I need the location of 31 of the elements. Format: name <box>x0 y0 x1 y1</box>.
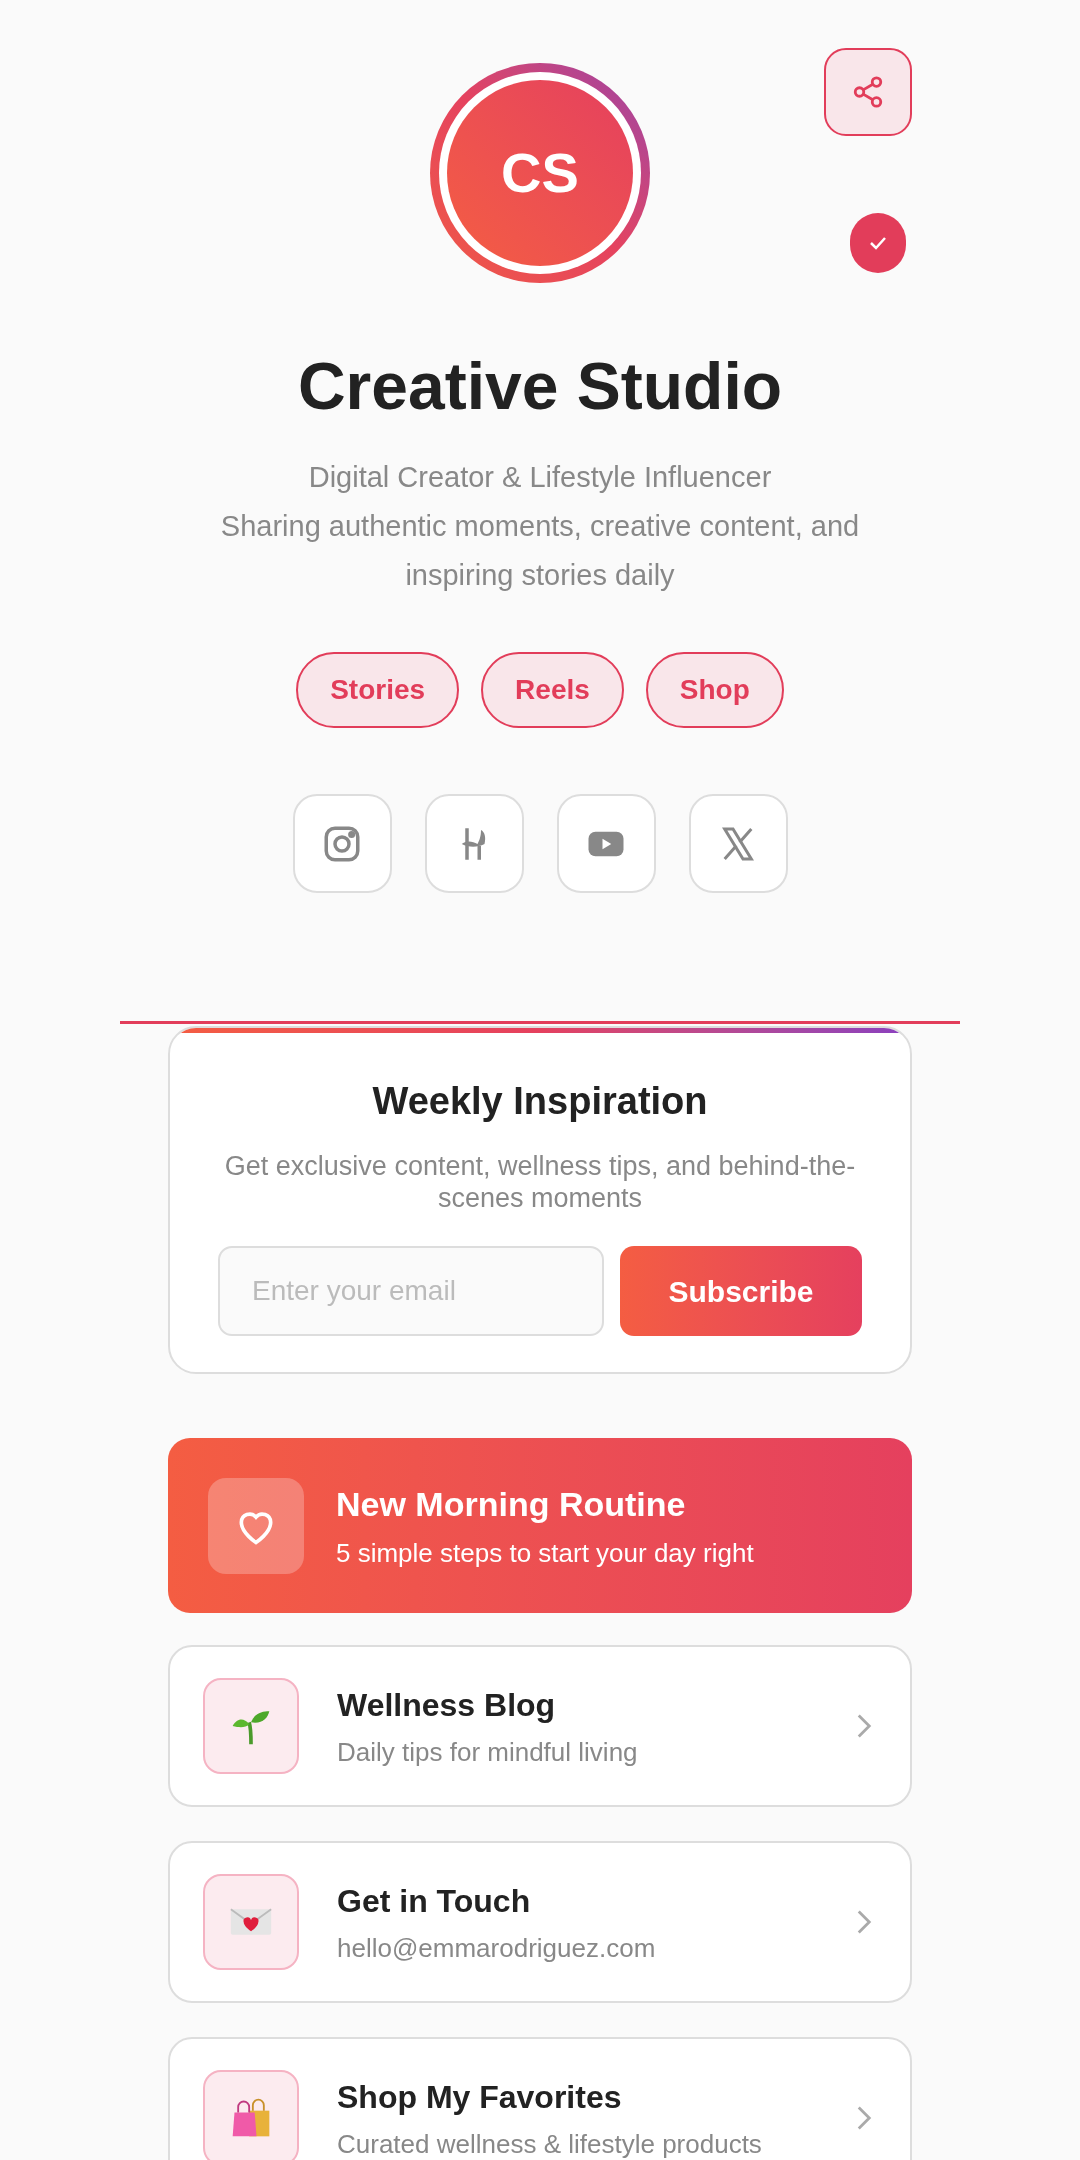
link-subtitle: hello@emmarodriguez.com <box>337 1931 657 1965</box>
link-title: Get in Touch <box>337 1881 532 1921</box>
featured-subtitle: 5 simple steps to start your day right <box>336 1536 754 1570</box>
social-link[interactable] <box>424 794 524 893</box>
link-subtitle: Daily tips for mindful living <box>337 1735 639 1769</box>
newsletter-description: Get exclusive content, wellness tips, and behind-the-scenes moments <box>223 1150 857 1214</box>
email-field[interactable]: Enter your email <box>218 1246 604 1336</box>
link-card[interactable]: Get in Touch hello@emmarodriguez.com <box>168 1841 912 2003</box>
social-link[interactable] <box>556 794 656 893</box>
link-subtitle: Curated wellness & lifestyle products <box>337 2127 763 2160</box>
tab-button[interactable]: Shop <box>645 652 784 728</box>
link-card[interactable]: Shop My Favorites Curated wellness & lifestyle products <box>168 2037 912 2160</box>
sprout-icon <box>203 1678 299 1774</box>
subscribe-button[interactable]: Subscribe <box>620 1246 862 1336</box>
link-card[interactable]: Wellness Blog Daily tips for mindful living <box>168 1645 912 1807</box>
avatar-initials: CS <box>501 140 579 206</box>
profile-name: Creative Studio <box>297 353 783 419</box>
tab-button[interactable]: Stories <box>296 652 460 728</box>
link-title: Shop My Favorites <box>337 2077 623 2117</box>
profile-bio: Sharing authentic moments, creative content, and inspiring stories daily <box>219 509 861 593</box>
featured-title: New Morning Routine <box>336 1483 687 1525</box>
tab-button[interactable]: Reels <box>481 652 624 728</box>
social-link[interactable] <box>688 794 788 893</box>
profile-tagline: Digital Creator & Lifestyle Influencer <box>308 460 772 495</box>
newsletter-title: Weekly Inspiration <box>372 1079 708 1124</box>
shopping-bags-icon <box>203 2070 299 2160</box>
featured-card[interactable]: New Morning Routine 5 simple steps to start your day right <box>168 1438 912 1613</box>
share-button[interactable] <box>824 48 912 136</box>
share-icon <box>851 75 885 109</box>
social-link[interactable] <box>292 794 392 893</box>
link-title: Wellness Blog <box>337 1685 557 1725</box>
